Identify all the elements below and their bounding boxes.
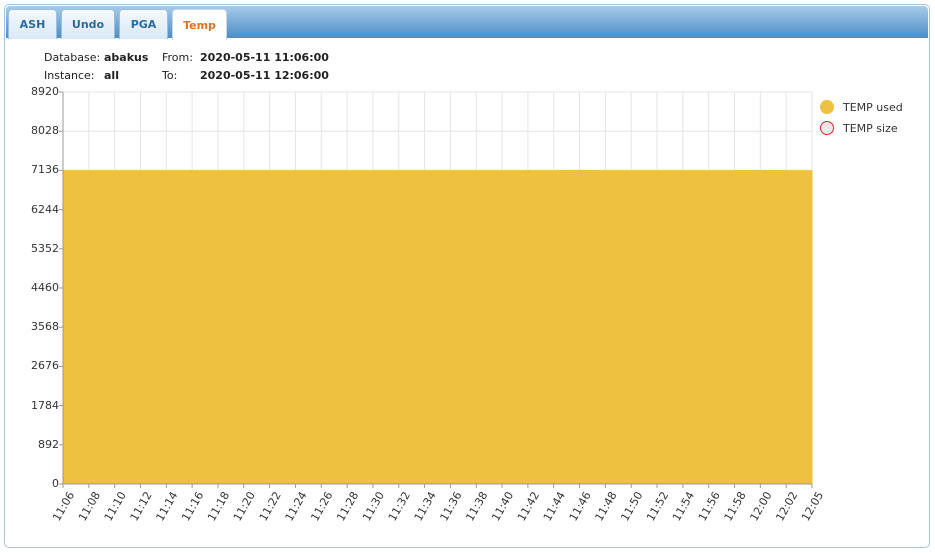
x-tick-label: 11:42 [515, 489, 542, 523]
x-tick-label: 11:32 [386, 489, 413, 523]
x-tick-label: 11:14 [153, 489, 180, 523]
x-tick-label: 11:30 [360, 489, 387, 523]
x-tick-label: 11:24 [283, 489, 310, 523]
x-tick-label: 12:00 [747, 489, 774, 523]
series-area-temp-used [62, 169, 813, 485]
x-tick-label: 12:05 [799, 489, 826, 523]
temp-area-chart: 11:0611:0811:1011:1211:1411:1611:1811:20… [50, 91, 826, 523]
x-tick-label: 11:36 [438, 489, 465, 523]
legend-swatch-temp-size [820, 121, 834, 135]
x-tick-label: 11:06 [50, 489, 77, 523]
legend-item-temp-used[interactable]: TEMP used [820, 100, 903, 114]
legend-item-temp-size[interactable]: TEMP size [820, 121, 898, 135]
x-tick-label: 11:52 [644, 489, 671, 523]
x-tick-label: 11:22 [257, 489, 284, 523]
x-tick-label: 11:38 [463, 489, 490, 523]
x-tick-label: 12:02 [773, 489, 800, 523]
x-tick-label: 11:50 [618, 489, 645, 523]
x-tick-label: 11:58 [722, 489, 749, 523]
x-tick-label: 11:48 [592, 489, 619, 523]
x-tick-label: 11:16 [179, 489, 206, 523]
x-tick-label: 11:44 [541, 489, 568, 523]
legend-label-temp-used: TEMP used [843, 100, 903, 114]
legend-label-temp-size: TEMP size [843, 121, 898, 135]
legend-swatch-temp-used [820, 100, 834, 114]
x-tick-label: 11:08 [76, 489, 103, 523]
x-tick-label: 11:46 [567, 489, 594, 523]
x-tick-label: 11:12 [128, 489, 155, 523]
x-tick-label: 11:20 [231, 489, 258, 523]
x-tick-label: 11:40 [489, 489, 516, 523]
x-tick-label: 11:10 [102, 489, 129, 523]
x-tick-label: 11:26 [308, 489, 335, 523]
x-tick-label: 11:54 [670, 489, 697, 523]
x-tick-label: 11:18 [205, 489, 232, 523]
x-tick-label: 11:56 [696, 489, 723, 523]
x-tick-label: 11:34 [412, 489, 439, 523]
x-tick-label: 11:28 [334, 489, 361, 523]
